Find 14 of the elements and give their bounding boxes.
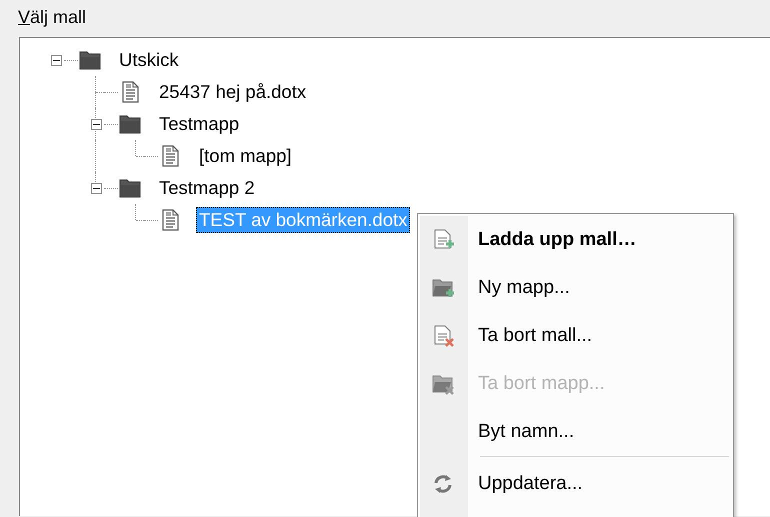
menu-item[interactable]: Ta bort mall...	[418, 312, 733, 360]
collapse-toggle[interactable]	[90, 118, 102, 130]
tree-item[interactable]: Testmapp	[156, 111, 242, 137]
tree-item[interactable]: Utskick	[116, 47, 182, 73]
tree-item[interactable]: Testmapp 2	[156, 175, 258, 201]
menu-item[interactable]: Ny mapp...	[418, 264, 733, 312]
menu-item[interactable]: Uppdatera...	[418, 460, 733, 508]
tree-item[interactable]: [tom mapp]	[196, 143, 295, 169]
group-label: Välj mall	[18, 6, 86, 29]
tree-item[interactable]: 25437 hej på.dotx	[156, 79, 310, 105]
collapse-toggle[interactable]	[90, 182, 102, 194]
menu-item[interactable]: Ladda upp mall…	[418, 216, 733, 264]
collapse-toggle[interactable]	[50, 54, 62, 66]
menu-item[interactable]: Byt namn...	[418, 408, 733, 456]
